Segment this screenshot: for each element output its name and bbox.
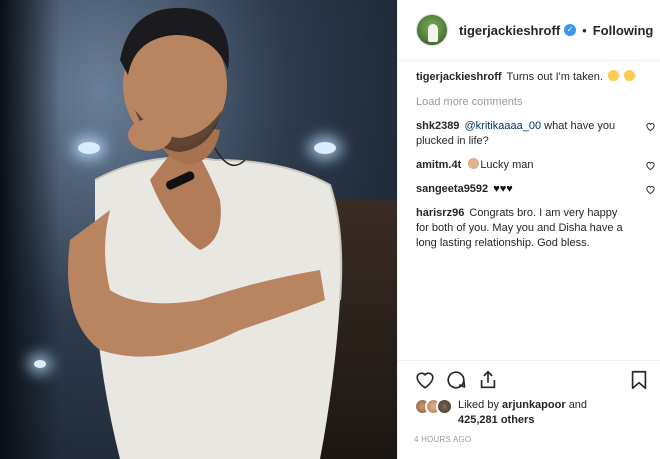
- liked-by-prefix: Liked by: [458, 399, 499, 411]
- post-image[interactable]: [0, 0, 397, 459]
- likes-others-count[interactable]: 425,281 others: [458, 414, 534, 426]
- comment-like-heart-icon[interactable]: [645, 121, 656, 132]
- comment-username[interactable]: harisrz96: [416, 207, 464, 219]
- speech-bubble-icon[interactable]: [445, 369, 467, 391]
- likes-text: Liked by arjunkapoor and 425,281 others: [458, 398, 587, 428]
- comment-text: ♥♥♥: [493, 183, 513, 195]
- heart-outline-icon[interactable]: [414, 369, 436, 391]
- load-more-comments-link[interactable]: Load more comments: [416, 95, 656, 110]
- person-figure: [68, 7, 343, 459]
- liked-by-user[interactable]: arjunkapoor: [502, 399, 566, 411]
- header-username[interactable]: tigerjackieshroff: [459, 23, 560, 38]
- bookmark-icon[interactable]: [628, 369, 650, 391]
- profile-avatar[interactable]: [416, 14, 448, 46]
- comment-username[interactable]: shk2389: [416, 120, 459, 132]
- comment-item: harisrz96 Congrats bro. I am very happy …: [416, 206, 656, 251]
- avatar-figure: [428, 24, 438, 42]
- comment-username[interactable]: sangeeta9592: [416, 183, 488, 195]
- action-icon-row: [414, 369, 650, 393]
- comment-item: shk2389 @kritikaaaa_00 what have you plu…: [416, 119, 656, 149]
- comment-like-heart-icon[interactable]: [645, 160, 656, 171]
- caption-text: Turns out I'm taken.: [506, 71, 603, 83]
- hand-emoji-icon: [468, 158, 480, 169]
- comments-section: tigerjackieshroff Turns out I'm taken. L…: [416, 70, 656, 260]
- header-separator: •: [582, 22, 587, 38]
- blushing-emoji-icon: [624, 70, 636, 81]
- post-header: tigerjackieshroff ✓ • Following: [398, 0, 660, 61]
- post-timestamp[interactable]: 4 HOURS AGO: [414, 435, 471, 444]
- liker-avatar: [436, 398, 453, 415]
- post-actions: Liked by arjunkapoor and 425,281 others …: [398, 360, 660, 459]
- comment-username[interactable]: amitm.4t: [416, 159, 461, 171]
- likes-summary: Liked by arjunkapoor and 425,281 others: [414, 398, 650, 428]
- comment-like-heart-icon[interactable]: [645, 184, 656, 195]
- liker-avatars[interactable]: [414, 398, 454, 416]
- comment-item: amitm.4t Lucky man: [416, 158, 656, 173]
- share-upload-icon[interactable]: [477, 369, 499, 391]
- verified-badge-icon: ✓: [564, 24, 577, 36]
- post-sidepane: tigerjackieshroff ✓ • Following tigerjac…: [397, 0, 660, 459]
- liked-by-conjunction: and: [568, 399, 588, 411]
- comment-text: Lucky man: [480, 159, 534, 171]
- comment-item: sangeeta9592 ♥♥♥: [416, 182, 656, 197]
- caption-username[interactable]: tigerjackieshroff: [416, 71, 502, 83]
- post-caption: tigerjackieshroff Turns out I'm taken.: [416, 70, 656, 85]
- following-button[interactable]: Following: [593, 23, 654, 38]
- comment-mention[interactable]: @kritikaaaa_00: [465, 120, 542, 132]
- heart-eyes-emoji-icon: [607, 70, 619, 81]
